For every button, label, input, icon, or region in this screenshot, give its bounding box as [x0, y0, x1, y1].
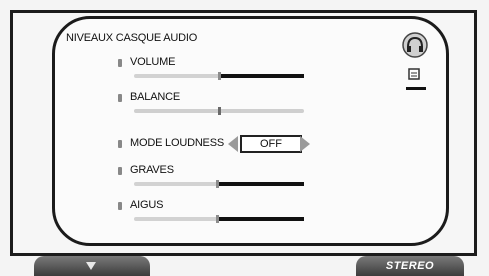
graves-thumb[interactable]: [216, 180, 219, 188]
loudness-value[interactable]: OFF: [240, 135, 302, 153]
volume-thumb[interactable]: [218, 72, 221, 80]
settings-panel: [52, 16, 449, 246]
graves-fill: [218, 182, 304, 186]
arrow-left-icon[interactable]: [228, 136, 238, 152]
bullet-icon: [118, 140, 122, 148]
aigus-label: AIGUS: [130, 199, 164, 211]
headphone-icon: [402, 32, 428, 58]
aigus-slider[interactable]: [134, 215, 304, 223]
balance-label: BALANCE: [130, 91, 180, 103]
volume-fill: [220, 74, 304, 78]
volume-slider[interactable]: [134, 72, 304, 80]
balance-slider[interactable]: [134, 107, 304, 115]
stereo-button[interactable]: STEREO: [356, 256, 464, 276]
panel-title: NIVEAUX CASQUE AUDIO: [66, 32, 198, 44]
down-arrow-icon: [86, 262, 96, 270]
bullet-icon: [118, 59, 122, 67]
volume-label: VOLUME: [130, 56, 176, 68]
graves-label: GRAVES: [130, 164, 174, 176]
volume-meter-icon: [406, 68, 426, 90]
bullet-icon: [118, 202, 122, 210]
aigus-thumb[interactable]: [216, 215, 219, 223]
graves-slider[interactable]: [134, 180, 304, 188]
bullet-icon: [118, 167, 122, 175]
bullet-icon: [118, 94, 122, 102]
arrow-right-icon[interactable]: [300, 136, 310, 152]
loudness-label: MODE LOUDNESS: [130, 137, 224, 149]
down-button[interactable]: [34, 256, 150, 276]
aigus-fill: [218, 217, 304, 221]
balance-thumb[interactable]: [218, 107, 221, 115]
